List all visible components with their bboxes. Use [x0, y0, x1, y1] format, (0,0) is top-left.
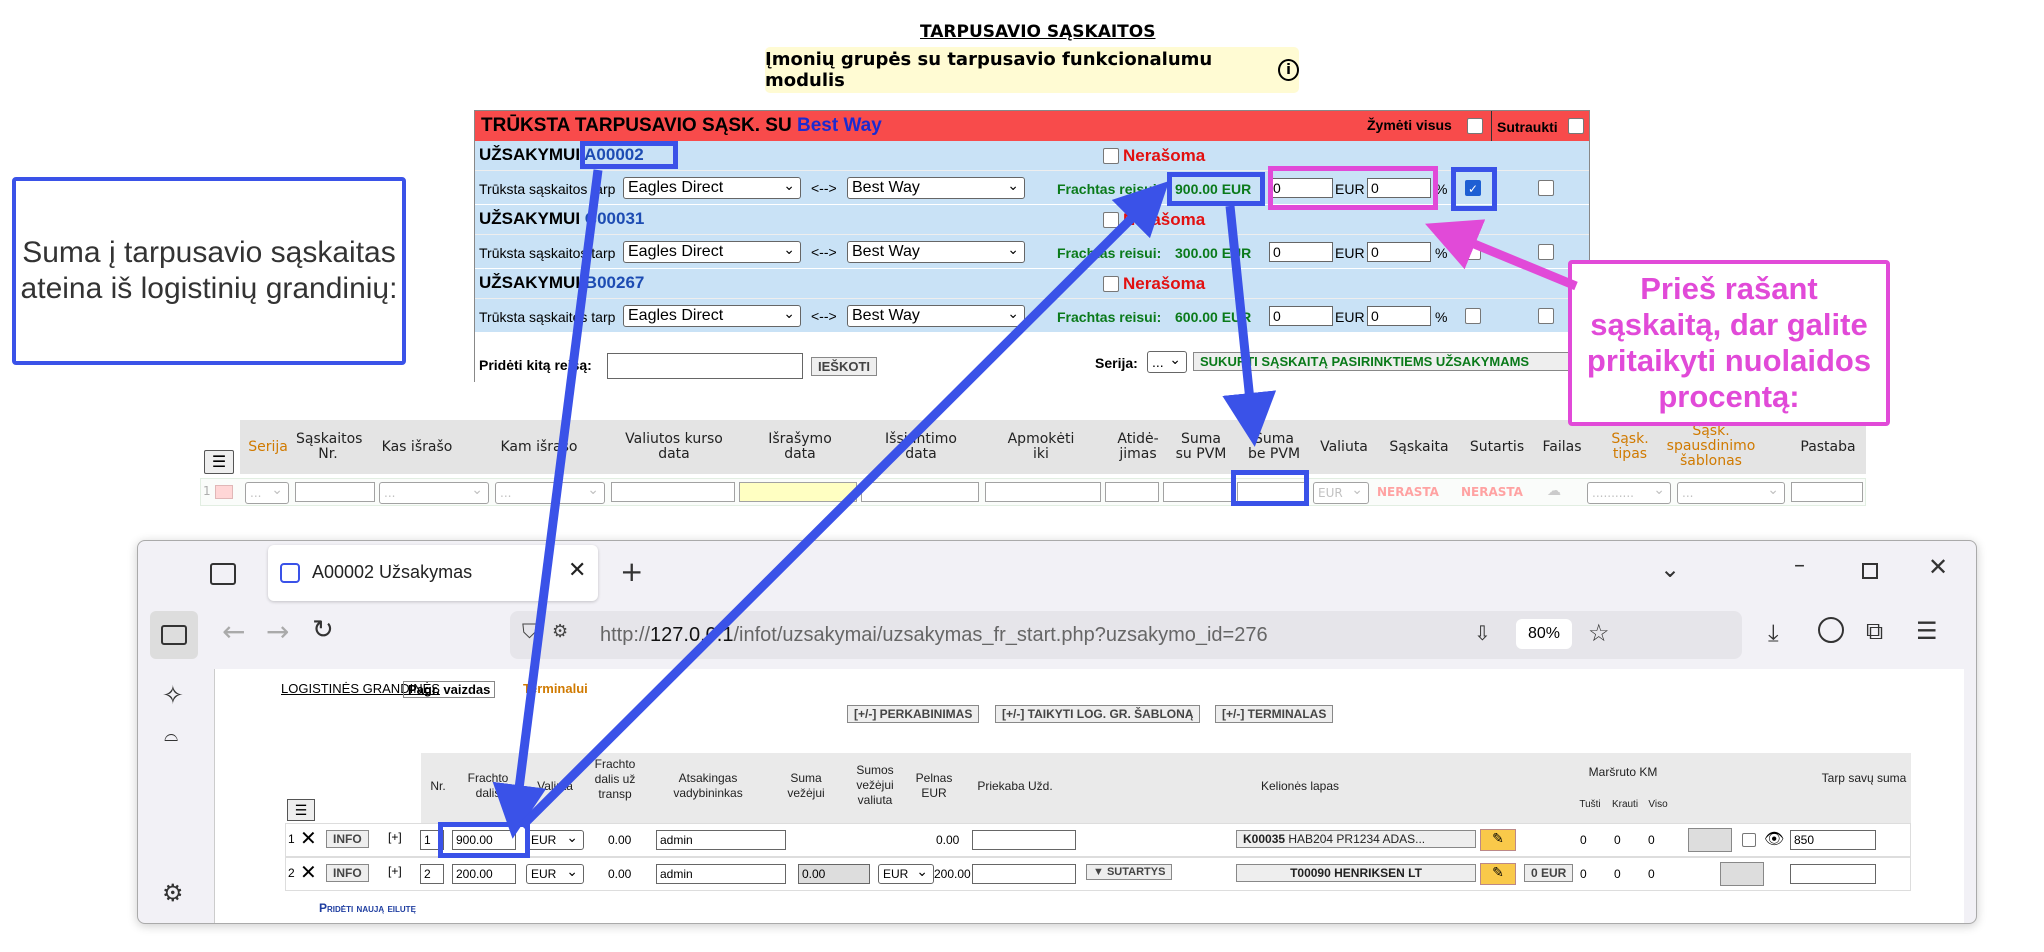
annotation-arrows — [492, 169, 1578, 839]
arrow-freight-to-invoice — [1222, 205, 1277, 447]
arrow-order-to-chain — [492, 169, 603, 839]
arrow-chain-to-freight — [518, 180, 1170, 830]
arrow-discount — [1425, 219, 1578, 291]
